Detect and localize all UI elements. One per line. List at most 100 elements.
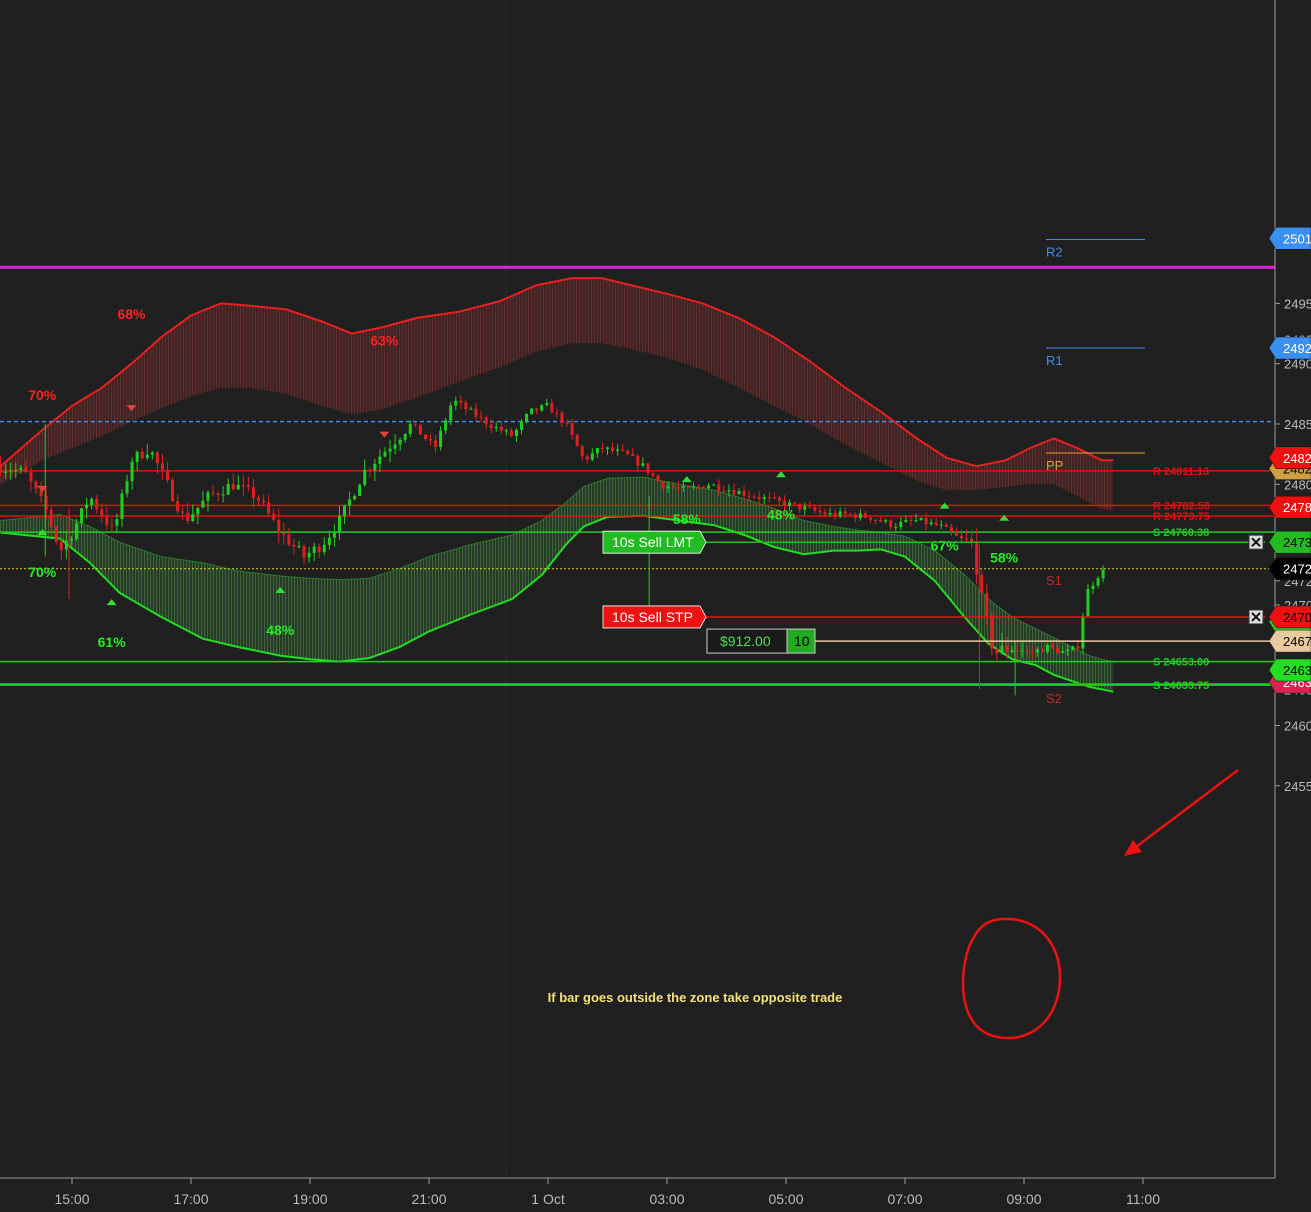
- candle-body: [939, 524, 943, 526]
- green-percent-label: 48%: [767, 506, 796, 522]
- candle-body: [499, 426, 503, 431]
- candle-body: [383, 451, 387, 457]
- candle-body: [833, 512, 837, 517]
- price-tag-order-0: 2473: [1268, 530, 1311, 554]
- candle-body: [363, 469, 367, 485]
- candle-body: [722, 490, 726, 492]
- green-percent-label: 67%: [931, 538, 960, 554]
- candle-body: [317, 546, 321, 553]
- candle-body: [585, 456, 589, 460]
- candle-body: [808, 506, 812, 508]
- candle-body: [297, 546, 301, 548]
- pnl-value: $912.00: [720, 633, 771, 649]
- candle-body: [312, 546, 316, 553]
- candle-body: [616, 449, 620, 451]
- candle-body: [509, 430, 513, 437]
- candle-body: [9, 471, 13, 473]
- candle-body: [80, 508, 84, 524]
- candle-body: [990, 615, 994, 649]
- x-tick-label: 11:00: [1126, 1191, 1160, 1207]
- level-label-0: R 24811.13: [1153, 466, 1209, 478]
- candle-body: [929, 522, 933, 525]
- candle-body: [479, 416, 483, 418]
- candle-body: [100, 509, 104, 517]
- candle: [1081, 612, 1085, 655]
- candle-body: [241, 484, 245, 486]
- candle-body: [600, 447, 604, 450]
- candle-body: [934, 522, 938, 526]
- candle-body: [206, 492, 210, 501]
- candle-body: [145, 454, 149, 459]
- candle-body: [393, 444, 397, 449]
- x-tick-label: 21:00: [411, 1191, 446, 1207]
- candle-body: [995, 648, 999, 654]
- candle-body: [64, 540, 68, 550]
- candle-body: [4, 471, 8, 473]
- x-tick-label: 09:00: [1006, 1191, 1041, 1207]
- candle-body: [858, 513, 862, 519]
- candle-body: [373, 463, 377, 471]
- candle-body: [54, 526, 58, 542]
- candle-body: [985, 592, 989, 616]
- candle-body: [85, 504, 89, 509]
- candle-body: [110, 525, 114, 527]
- y-tick-label: 2485: [1284, 417, 1311, 432]
- candle-body: [666, 486, 670, 489]
- candle-body: [1040, 649, 1044, 653]
- candle-body: [944, 524, 948, 528]
- candle-body: [535, 408, 539, 411]
- pivot-label-r1: R1: [1046, 353, 1063, 368]
- candle-body: [894, 526, 898, 528]
- candle-body: [514, 429, 518, 437]
- candle-body: [762, 497, 766, 499]
- candle-body: [322, 544, 326, 553]
- order-label: 10s Sell LMT: [612, 534, 694, 550]
- candle-body: [975, 541, 979, 575]
- candle-body: [211, 492, 215, 494]
- candle-body: [570, 423, 574, 435]
- candle-body: [954, 532, 958, 536]
- candle-body: [924, 517, 928, 525]
- candle-body: [191, 514, 195, 521]
- candle-body: [580, 446, 584, 457]
- candle-body: [469, 408, 473, 410]
- candle-body: [671, 486, 675, 488]
- candle-body: [216, 493, 220, 496]
- candle-body: [828, 512, 832, 515]
- candle-body: [115, 519, 119, 526]
- candle-body: [474, 408, 478, 417]
- green-percent-label: 48%: [266, 622, 295, 638]
- candle-body: [74, 523, 78, 539]
- price-chart[interactable]: R 24811.13R 24782.50R 24773.75S 24760.38…: [0, 0, 1311, 1212]
- candle-body: [575, 434, 579, 447]
- candle-body: [358, 484, 362, 496]
- candle-body: [171, 479, 175, 502]
- candle-body: [626, 450, 630, 455]
- candle-body: [221, 494, 225, 496]
- candle: [358, 483, 362, 497]
- y-tick-label: 2495: [1284, 296, 1311, 311]
- candle-body: [545, 403, 549, 406]
- price-tag-order-1: 2470: [1268, 605, 1311, 629]
- candle-body: [1056, 647, 1060, 654]
- candle-body: [1051, 644, 1055, 648]
- candle-body: [257, 497, 261, 501]
- candle-body: [868, 517, 872, 520]
- candle-body: [1096, 578, 1100, 586]
- candle-body: [717, 484, 721, 491]
- candle-body: [277, 519, 281, 533]
- candle-body: [398, 439, 402, 445]
- candle-body: [105, 516, 109, 526]
- candle-body: [282, 532, 286, 535]
- candle-body: [454, 400, 458, 406]
- candle-body: [246, 485, 250, 487]
- candle-body: [59, 541, 63, 550]
- price-tag-r2-text: 2501: [1283, 231, 1311, 246]
- candle-body: [1061, 651, 1065, 654]
- candle-body: [970, 538, 974, 542]
- candle-body: [590, 453, 594, 460]
- green-percent-label: 58%: [990, 550, 1019, 566]
- candle-body: [798, 503, 802, 510]
- candle: [171, 477, 175, 502]
- candle-body: [1066, 649, 1070, 652]
